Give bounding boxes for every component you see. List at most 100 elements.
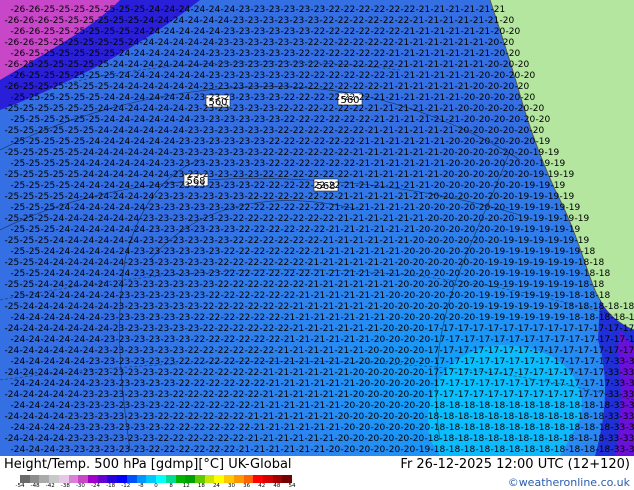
temperature-value: -23 (155, 258, 170, 268)
temperature-value: -24 (26, 445, 41, 455)
temperature-value: -25 (11, 181, 26, 191)
temperature-value: -25 (5, 148, 20, 158)
temperature-value: -20 (425, 236, 440, 246)
temperature-value: -19 (566, 225, 581, 235)
temperature-value: -21 (410, 214, 425, 224)
temperature-value: -21 (305, 346, 320, 356)
temperature-value: -24 (5, 346, 20, 356)
temperature-value: -22 (281, 159, 296, 169)
temperature-value: -22 (230, 390, 245, 400)
temperature-value: -22 (290, 148, 305, 158)
temperature-value: -20 (521, 137, 536, 147)
temperature-value: -18 (551, 401, 566, 411)
temperature-value: -26 (11, 27, 26, 37)
temperature-value: -22 (266, 335, 281, 345)
temperature-value: -20 (365, 368, 380, 378)
temperature-value: -20 (470, 126, 485, 136)
temperature-value: -23 (245, 104, 260, 114)
temperature-value: -24 (56, 269, 71, 279)
temperature-value: -17 (521, 335, 536, 345)
temperature-value: -22 (236, 225, 251, 235)
temperature-value: -23 (176, 335, 191, 345)
temperature-value: -22 (296, 181, 311, 191)
temperature-value: -23 (146, 247, 161, 257)
temperature-value: -23 (116, 291, 131, 301)
temperature-value: -17 (545, 368, 560, 378)
temperature-value: -23 (170, 214, 185, 224)
temperature-value: -20 (410, 258, 425, 268)
temperature-value: -21 (455, 82, 470, 92)
temperature-value: -20 (455, 302, 470, 312)
temperature-value: -21 (290, 412, 305, 422)
temperature-value: -18 (545, 412, 560, 422)
temperature-value: -18 (560, 434, 575, 444)
temperature-value: -24 (101, 291, 116, 301)
temperature-value: -19 (551, 313, 566, 323)
temperature-value: -23 (161, 335, 176, 345)
temperature-value: -21 (425, 38, 440, 48)
color-scale-segment (88, 475, 98, 483)
temperature-value: -20 (446, 269, 461, 279)
temperature-value: -20 (431, 291, 446, 301)
temperature-value: -21 (491, 5, 506, 15)
temperature-value: -25 (56, 137, 71, 147)
temperature-value: -23 (236, 5, 251, 15)
temperature-value: -20 (416, 379, 431, 389)
temperature-value: -24 (131, 49, 146, 59)
temperature-value: -24 (65, 214, 80, 224)
temperature-value: -24 (116, 247, 131, 257)
temperature-value: -20 (461, 247, 476, 257)
valid-time: Fr 26-12-2025 12:00 UTC (12+120) (400, 457, 630, 472)
temperature-value: -18 (470, 412, 485, 422)
temperature-value: -23 (251, 115, 266, 125)
temperature-value: -21 (425, 82, 440, 92)
temperature-value: -20 (500, 126, 515, 136)
temperature-value: -17 (461, 335, 476, 345)
temperature-value: -22 (275, 126, 290, 136)
temperature-value: -22 (191, 335, 206, 345)
temperature-value: -21 (416, 71, 431, 81)
temperature-value: -25 (11, 203, 26, 213)
temperature-value: -24 (146, 93, 161, 103)
temperature-value: -23 (200, 258, 215, 268)
temperature-value: -21 (461, 49, 476, 59)
temperature-value: -20 (335, 434, 350, 444)
temperature-value: -20 (395, 280, 410, 290)
temperature-value: -19 (575, 236, 590, 246)
temperature-value: -21 (401, 27, 416, 37)
temperature-value: -23 (146, 335, 161, 345)
temperature-value: -24 (131, 115, 146, 125)
temperature-value: -33 (626, 401, 634, 411)
temperature-value: -18 (581, 313, 596, 323)
temperature-value: -22 (341, 71, 356, 81)
temperature-value: -20 (350, 368, 365, 378)
temperature-value: -22 (341, 49, 356, 59)
temperature-value: -24 (185, 16, 200, 26)
temperature-value: -20 (470, 258, 485, 268)
temperature-value: -21 (326, 291, 341, 301)
temperature-value: -22 (191, 423, 206, 433)
temperature-value: -20 (521, 71, 536, 81)
temperature-value: -23 (155, 192, 170, 202)
temperature-value: -20 (365, 390, 380, 400)
temperature-value: -22 (260, 148, 275, 158)
temperature-value: -23 (86, 423, 101, 433)
temperature-value: -23 (125, 390, 140, 400)
temperature-value: -19 (530, 214, 545, 224)
temperature-value: -18 (461, 401, 476, 411)
temperature-value: -20 (470, 170, 485, 180)
temperature-value: -17 (575, 346, 590, 356)
temperature-value: -23 (230, 82, 245, 92)
temperature-value: -21 (335, 192, 350, 202)
temperature-value: -20 (500, 148, 515, 158)
temperature-value: -20 (446, 203, 461, 213)
temperature-value: -25 (20, 280, 35, 290)
temperature-value: -24 (71, 291, 86, 301)
temperature-value: -24 (116, 203, 131, 213)
temperature-value: -22 (245, 302, 260, 312)
temperature-value: -21 (371, 269, 386, 279)
temperature-value: -20 (395, 368, 410, 378)
temperature-value: -20 (410, 280, 425, 290)
temperature-value: -21 (341, 181, 356, 191)
temperature-value: -22 (275, 324, 290, 334)
